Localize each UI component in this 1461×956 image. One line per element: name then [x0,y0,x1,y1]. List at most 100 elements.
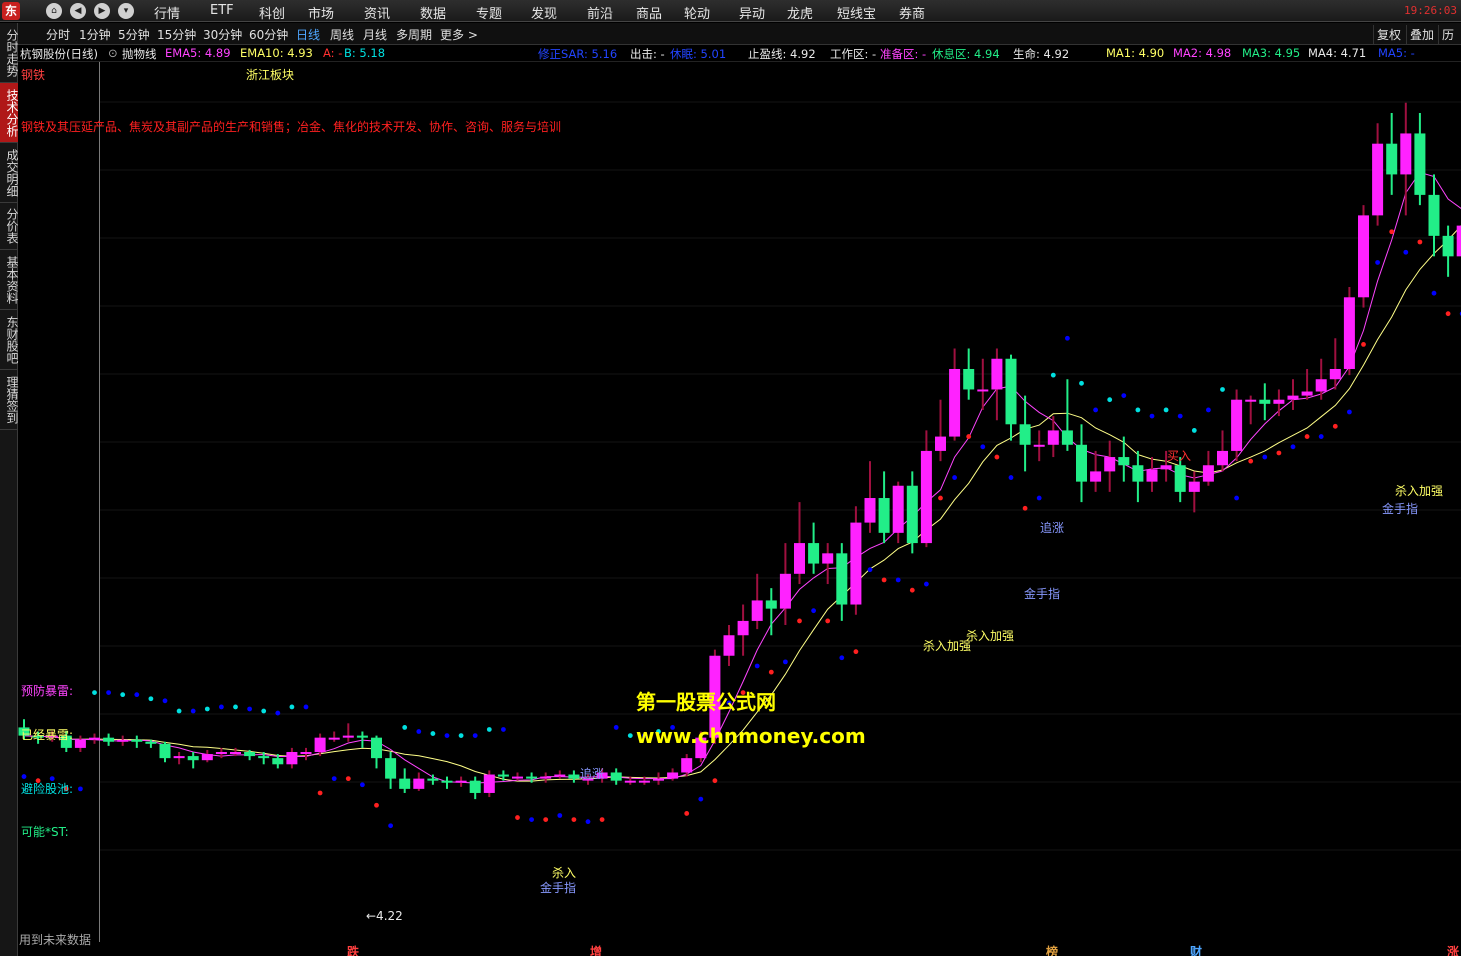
left-tab-5[interactable]: 东财股吧 [0,310,19,370]
menu-item-3[interactable]: 市场 [308,3,334,22]
toolbar-button-1[interactable]: 叠加 [1406,25,1437,44]
period-tab-2[interactable]: 5分钟 [118,26,150,43]
menu-item-0[interactable]: 行情 [154,3,180,22]
candle-body [512,776,523,779]
menu-item-12[interactable]: 龙虎 [787,3,813,22]
candle-body [300,752,312,754]
period-tab-1[interactable]: 1分钟 [79,26,111,43]
candle-body [469,780,481,793]
candle-body [314,737,326,752]
candle-body [681,758,693,773]
exit-value: 出击: - [630,47,665,61]
back-icon[interactable]: ◀ [70,3,86,19]
candle-body [371,737,382,759]
event-mark-2[interactable]: 榜 [1046,943,1058,956]
menu-item-2[interactable]: 科创 [259,3,285,22]
forward-icon[interactable]: ▶ [94,3,110,19]
formula-toggle-icon[interactable]: ⊙ [108,46,118,60]
menu-item-14[interactable]: 券商 [899,3,925,22]
sar-dot [783,659,788,665]
menu-item-1[interactable]: ETF [210,3,234,18]
menu-item-11[interactable]: 异动 [739,3,765,22]
sar-dot [1065,335,1070,341]
signal-kill-strong: 杀入加强 [1395,484,1444,498]
left-tab-6[interactable]: 理猜签到 [0,370,19,430]
candle-body [610,772,622,781]
sector-label[interactable]: 钢铁 [21,66,45,83]
menu-item-6[interactable]: 专题 [476,3,502,22]
work-value: 工作区: - [830,47,877,61]
event-mark-1[interactable]: 增 [590,943,602,956]
region-label[interactable]: 浙江板块 [246,66,294,83]
candle-body [794,543,805,574]
sar-dot [1234,495,1239,501]
sar-dot [853,649,859,655]
sar-dot [895,577,901,583]
candle-body [1146,469,1158,482]
menu-item-13[interactable]: 短线宝 [837,3,876,22]
candle-body [1061,430,1073,445]
candle-body [342,735,354,738]
candle-body [1456,225,1461,257]
left-tab-4[interactable]: 基本资料 [0,250,19,310]
formula-name[interactable]: 抛物线 [122,46,157,62]
sar-dot [1191,428,1197,433]
event-mark-4[interactable]: 涨 [1447,943,1459,956]
signal-goldfinger: 金手指 [1382,502,1419,516]
left-tab-0[interactable]: 分时走势 [0,23,19,83]
candle-body [497,774,509,777]
menu-item-4[interactable]: 资讯 [364,3,390,22]
period-tab-7[interactable]: 周线 [330,26,354,43]
menu-item-8[interactable]: 前沿 [587,3,613,22]
candle-body [258,756,270,759]
period-bar: 分时1分钟5分钟15分钟30分钟60分钟日线周线月线多周期更多 >复权叠加历史 [18,23,1461,61]
sar-dot [1318,434,1324,439]
ma5-value: MA5: - [1378,46,1415,60]
period-tab-6[interactable]: 日线 [296,26,320,43]
period-tab-0[interactable]: 分时 [46,26,70,43]
watermark-url: www.chnmoney.com [636,724,866,748]
app-logo[interactable]: 东 [2,2,20,20]
event-mark-0[interactable]: 跌 [347,943,359,956]
candle-body [540,776,552,779]
candlestick-chart[interactable] [18,62,1461,942]
period-tab-4[interactable]: 30分钟 [203,26,242,43]
candle-body [103,737,115,742]
sar-value: 修正SAR: 5.16 [538,47,618,61]
event-mark-3[interactable]: 财 [1190,943,1202,956]
sar-dot [345,776,351,782]
period-tab-8[interactable]: 月线 [363,26,387,43]
dropdown-icon[interactable]: ▾ [118,3,134,19]
left-tab-1[interactable]: 技术分析 [0,83,19,143]
sar-dot [825,618,831,624]
sar-dot [21,774,27,779]
menu-item-9[interactable]: 商品 [636,3,662,22]
candle-body [949,368,961,437]
toolbar-button-0[interactable]: 复权 [1373,25,1404,44]
sar-dot [1149,413,1155,419]
sar-dot [881,577,887,583]
home-icon[interactable]: ⌂ [46,3,62,19]
candle-body [653,778,664,781]
left-tab-3[interactable]: 分价表 [0,203,19,250]
period-tab-5[interactable]: 60分钟 [249,26,288,43]
menu-item-7[interactable]: 发现 [531,3,557,22]
sar-dot [571,817,577,822]
period-tab-3[interactable]: 15分钟 [157,26,196,43]
sar-dot [1304,434,1310,439]
menu-item-10[interactable]: 轮动 [684,3,710,22]
candle-body [74,739,86,748]
menu-item-5[interactable]: 数据 [420,3,446,22]
candle-body [906,485,918,544]
sar-dot [1248,458,1254,464]
watermark-title: 第一股票公式网 [636,690,776,714]
left-tab-2[interactable]: 成交明细 [0,143,19,203]
sar-dot [994,454,1000,460]
sar-dot [1050,372,1056,378]
sar-dot [303,704,309,710]
period-tab-9[interactable]: 多周期 [396,26,432,43]
period-tab-10[interactable]: 更多 > [440,26,478,43]
candle-body [765,600,777,609]
candle-body [822,553,834,564]
candle-body [920,450,932,544]
